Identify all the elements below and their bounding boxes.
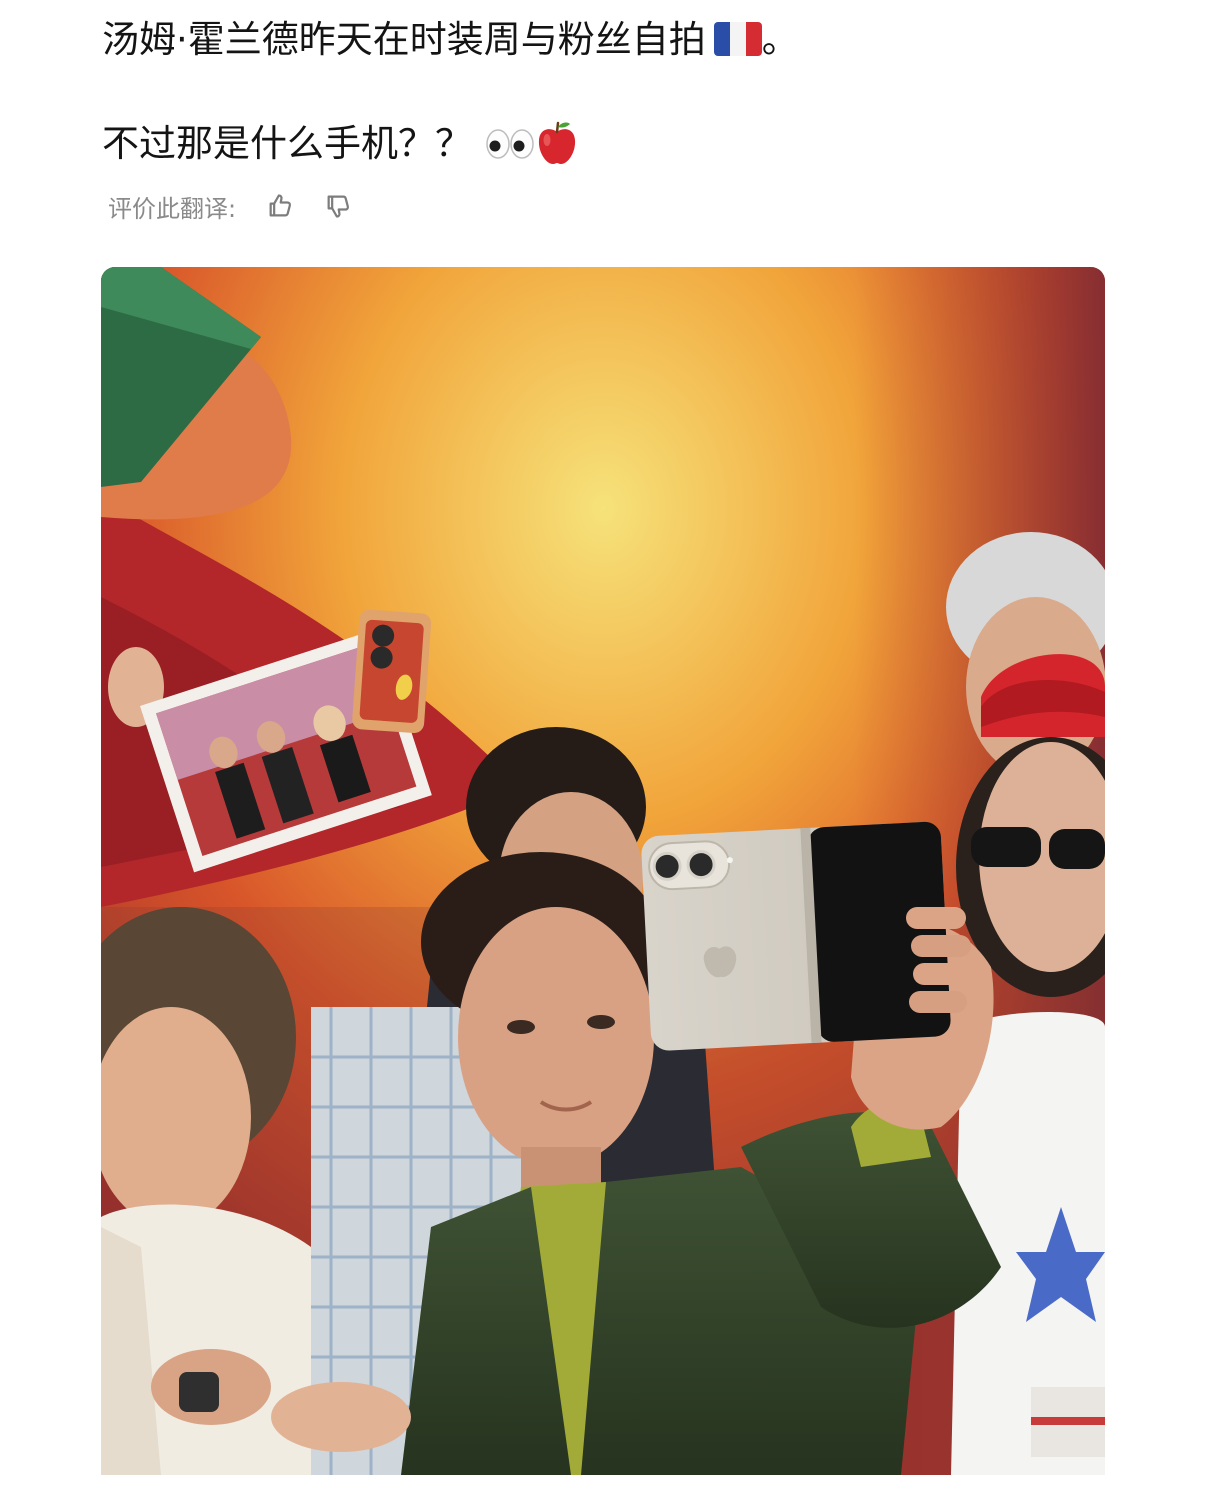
post-text-line-2: 不过那是什么手机？？	[102, 120, 578, 169]
post-text-line-1-content: 汤姆·霍兰德昨天在时装周与粉丝自拍	[102, 18, 706, 61]
france-flag-icon	[713, 21, 762, 56]
thumb-up-button[interactable]	[260, 186, 300, 226]
rate-translation-row: 评价此翻译:	[108, 186, 358, 226]
eyes-icon	[486, 128, 534, 159]
red-apple-icon	[538, 121, 576, 164]
selfie-photo[interactable]	[101, 267, 1105, 1475]
selfie-photo-illustration	[101, 267, 1105, 1475]
rate-translation-label: 评价此翻译:	[108, 194, 237, 223]
thumb-up-icon	[269, 194, 292, 217]
thumb-down-button[interactable]	[318, 186, 358, 226]
post-text-line-1-end: 。	[761, 18, 799, 61]
post-text-line-2-content: 不过那是什么手机？？	[102, 122, 472, 165]
post-text-line-1: 汤姆·霍兰德昨天在时装周与粉丝自拍 。	[102, 16, 799, 64]
thumb-down-icon	[327, 195, 350, 218]
